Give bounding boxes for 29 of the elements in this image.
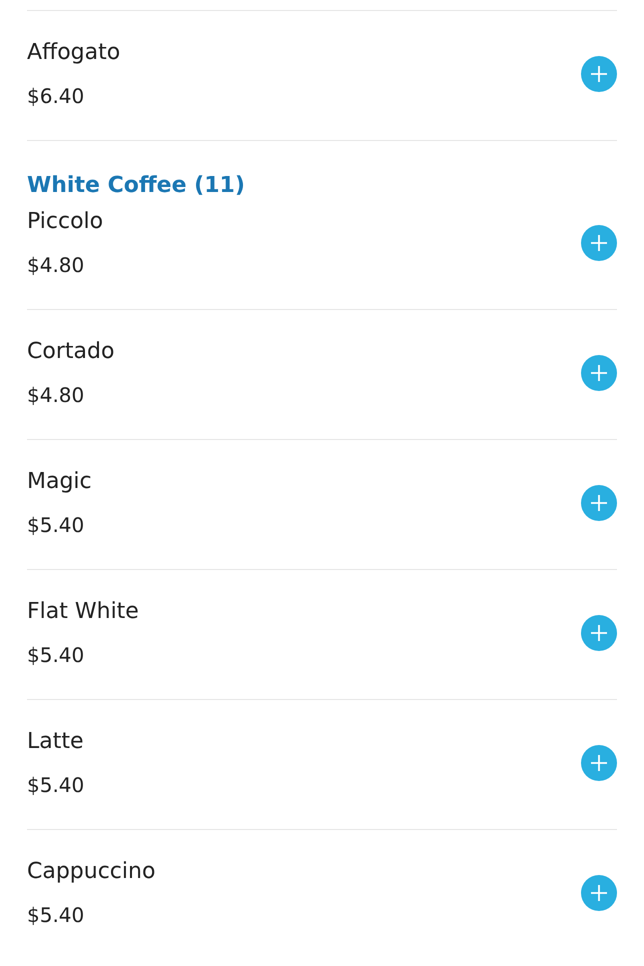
add-button[interactable]	[581, 875, 617, 911]
item-price: $4.80	[27, 252, 86, 279]
item-price: $4.80	[27, 382, 86, 409]
plus-icon	[590, 234, 608, 252]
add-button[interactable]	[581, 485, 617, 521]
add-button[interactable]	[581, 56, 617, 92]
plus-icon	[590, 624, 608, 642]
item-name: Cappuccino	[27, 858, 156, 886]
item-price: $5.40	[27, 642, 86, 669]
section-heading: White Coffee (11)	[27, 173, 245, 198]
plus-icon	[590, 754, 608, 772]
item-name: Affogato	[27, 39, 120, 67]
item-name: Magic	[27, 468, 92, 496]
item-price: $5.40	[27, 902, 86, 929]
plus-icon	[590, 494, 608, 512]
item-name: Latte	[27, 728, 84, 756]
add-button[interactable]	[581, 225, 617, 261]
plus-icon	[590, 884, 608, 902]
item-price: $6.40	[27, 83, 86, 110]
add-button[interactable]	[581, 355, 617, 391]
item-name: Cortado	[27, 338, 114, 366]
item-price: $5.40	[27, 772, 84, 799]
item-name: Flat White	[27, 598, 139, 626]
plus-icon	[590, 364, 608, 382]
item-name: Piccolo	[27, 208, 104, 236]
add-button[interactable]	[581, 615, 617, 651]
plus-icon	[590, 65, 608, 83]
item-price: $5.40	[27, 512, 86, 539]
add-button[interactable]	[581, 745, 617, 781]
